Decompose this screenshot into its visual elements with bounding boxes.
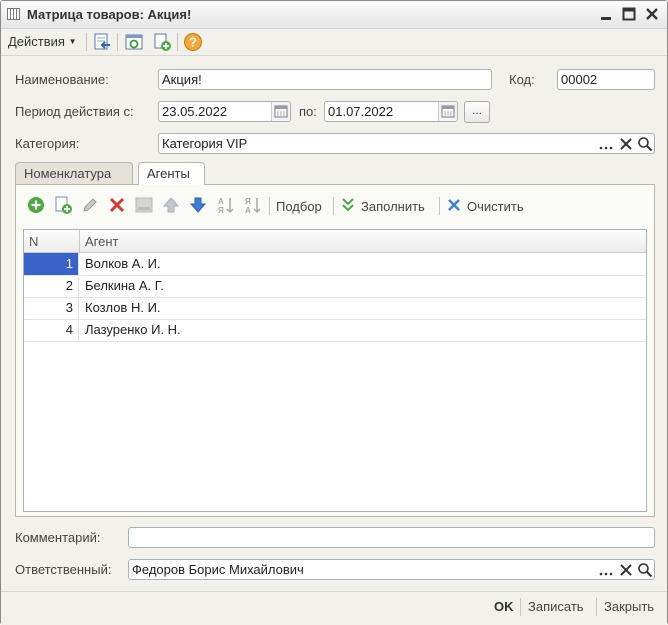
toolbar-separator (269, 197, 270, 215)
row-number-cell[interactable]: 3 (24, 297, 79, 319)
search-icon[interactable] (636, 561, 654, 579)
svg-text:Я: Я (245, 197, 251, 206)
select-ellipsis-icon[interactable] (597, 135, 615, 153)
column-header-n[interactable]: N (29, 234, 38, 249)
agent-cell[interactable]: Волков А. И. (85, 256, 161, 271)
calendar-icon[interactable] (438, 102, 457, 121)
save-close-icon[interactable] (92, 32, 112, 52)
fill-chevrons-icon[interactable] (339, 195, 357, 215)
code-label: Код: (509, 72, 535, 87)
period-label: Период действия с: (15, 104, 134, 119)
row-number-cell[interactable]: 2 (24, 275, 79, 297)
tab-agents[interactable]: Агенты (138, 162, 205, 185)
column-header-agent[interactable]: Агент (85, 234, 119, 249)
svg-text:?: ? (189, 35, 197, 50)
toolbar-separator (439, 197, 440, 215)
pick-button[interactable]: Подбор (276, 199, 322, 214)
select-ellipsis-icon[interactable] (597, 561, 615, 579)
table-row[interactable]: 4 Лазуренко И. Н. (24, 319, 646, 342)
calendar-icon[interactable] (271, 102, 290, 121)
clear-icon[interactable] (617, 135, 635, 153)
sort-descending-icon[interactable]: Я A (242, 195, 262, 215)
sort-ascending-icon[interactable]: A Я (215, 195, 235, 215)
clear-table-icon[interactable] (445, 195, 463, 215)
dropdown-arrow-icon: ▼ (68, 37, 77, 46)
category-input[interactable]: Категория VIP (158, 133, 655, 154)
toolbar-separator (177, 33, 178, 51)
toolbar-separator (117, 33, 118, 51)
period-to-value: 01.07.2022 (328, 104, 394, 119)
table-row[interactable]: 1 Волков А. И. (24, 253, 646, 276)
comment-input[interactable] (128, 527, 655, 548)
minimize-icon[interactable] (598, 6, 614, 22)
footer-separator (520, 598, 521, 616)
fill-button[interactable]: Заполнить (361, 199, 425, 214)
ok-button[interactable]: OK (494, 599, 514, 614)
row-number-cell[interactable]: 4 (24, 319, 79, 341)
period-to-input[interactable]: 01.07.2022 (324, 101, 458, 122)
table-header: N Агент (24, 230, 646, 253)
column-separator (79, 230, 80, 252)
clear-button[interactable]: Очистить (467, 199, 524, 214)
form-footer: OK Записать Закрыть (1, 591, 667, 625)
tab-nomenclature[interactable]: Номенклатура (15, 162, 133, 184)
category-label: Категория: (15, 136, 80, 151)
svg-text:A: A (218, 197, 224, 206)
footer-separator (596, 598, 597, 616)
table-row[interactable]: 2 Белкина А. Г. (24, 275, 646, 298)
agent-cell[interactable]: Лазуренко И. Н. (85, 322, 181, 337)
period-to-label: по: (299, 104, 317, 119)
row-number-cell[interactable]: 1 (24, 253, 79, 275)
matrix-icon (7, 8, 20, 20)
svg-text:A: A (245, 206, 251, 215)
copy-document-icon[interactable] (152, 32, 172, 52)
code-input[interactable]: 00002 (557, 69, 655, 90)
period-from-value: 23.05.2022 (162, 104, 228, 119)
agent-cell[interactable]: Белкина А. Г. (85, 278, 164, 293)
actions-label: Действия (8, 34, 65, 49)
add-row-icon[interactable] (26, 195, 46, 215)
edit-pencil-icon[interactable] (80, 195, 100, 215)
toolbar-separator (333, 197, 334, 215)
close-icon[interactable] (644, 6, 660, 22)
svg-text:Я: Я (218, 206, 224, 215)
maximize-icon[interactable] (621, 6, 637, 22)
help-icon[interactable]: ? (183, 32, 203, 52)
table-row[interactable]: 3 Козлов Н. И. (24, 297, 646, 320)
main-toolbar: Действия ▼ ? (1, 29, 667, 56)
responsible-label: Ответственный: (15, 562, 112, 577)
category-value: Категория VIP (162, 136, 248, 151)
move-down-icon[interactable] (188, 195, 208, 215)
actions-menu[interactable]: Действия ▼ (8, 34, 77, 49)
move-up-icon[interactable] (161, 195, 181, 215)
refresh-icon[interactable] (124, 32, 144, 52)
period-from-input[interactable]: 23.05.2022 (158, 101, 291, 122)
agents-table[interactable]: N Агент 1 Волков А. И. 2 Белкина А. Г. 3… (23, 229, 647, 512)
title-bar[interactable]: Матрица товаров: Акция! (1, 1, 667, 29)
period-select-button[interactable]: ... (464, 101, 490, 123)
name-input[interactable]: Акция! (158, 69, 492, 90)
window-title: Матрица товаров: Акция! (27, 7, 192, 22)
delete-icon[interactable] (107, 195, 127, 215)
comment-label: Комментарий: (15, 530, 101, 545)
name-label: Наименование: (15, 72, 109, 87)
search-icon[interactable] (636, 135, 654, 153)
agent-cell[interactable]: Козлов Н. И. (85, 300, 161, 315)
end-edit-icon[interactable] (134, 195, 154, 215)
copy-row-icon[interactable] (53, 195, 73, 215)
responsible-value: Федоров Борис Михайлович (132, 562, 304, 577)
form-window: Матрица товаров: Акция! Действия ▼ ? Наи… (0, 0, 668, 625)
toolbar-separator (86, 33, 87, 51)
close-button[interactable]: Закрыть (604, 599, 654, 614)
responsible-input[interactable]: Федоров Борис Михайлович (128, 559, 655, 580)
clear-icon[interactable] (617, 561, 635, 579)
save-button[interactable]: Записать (528, 599, 584, 614)
